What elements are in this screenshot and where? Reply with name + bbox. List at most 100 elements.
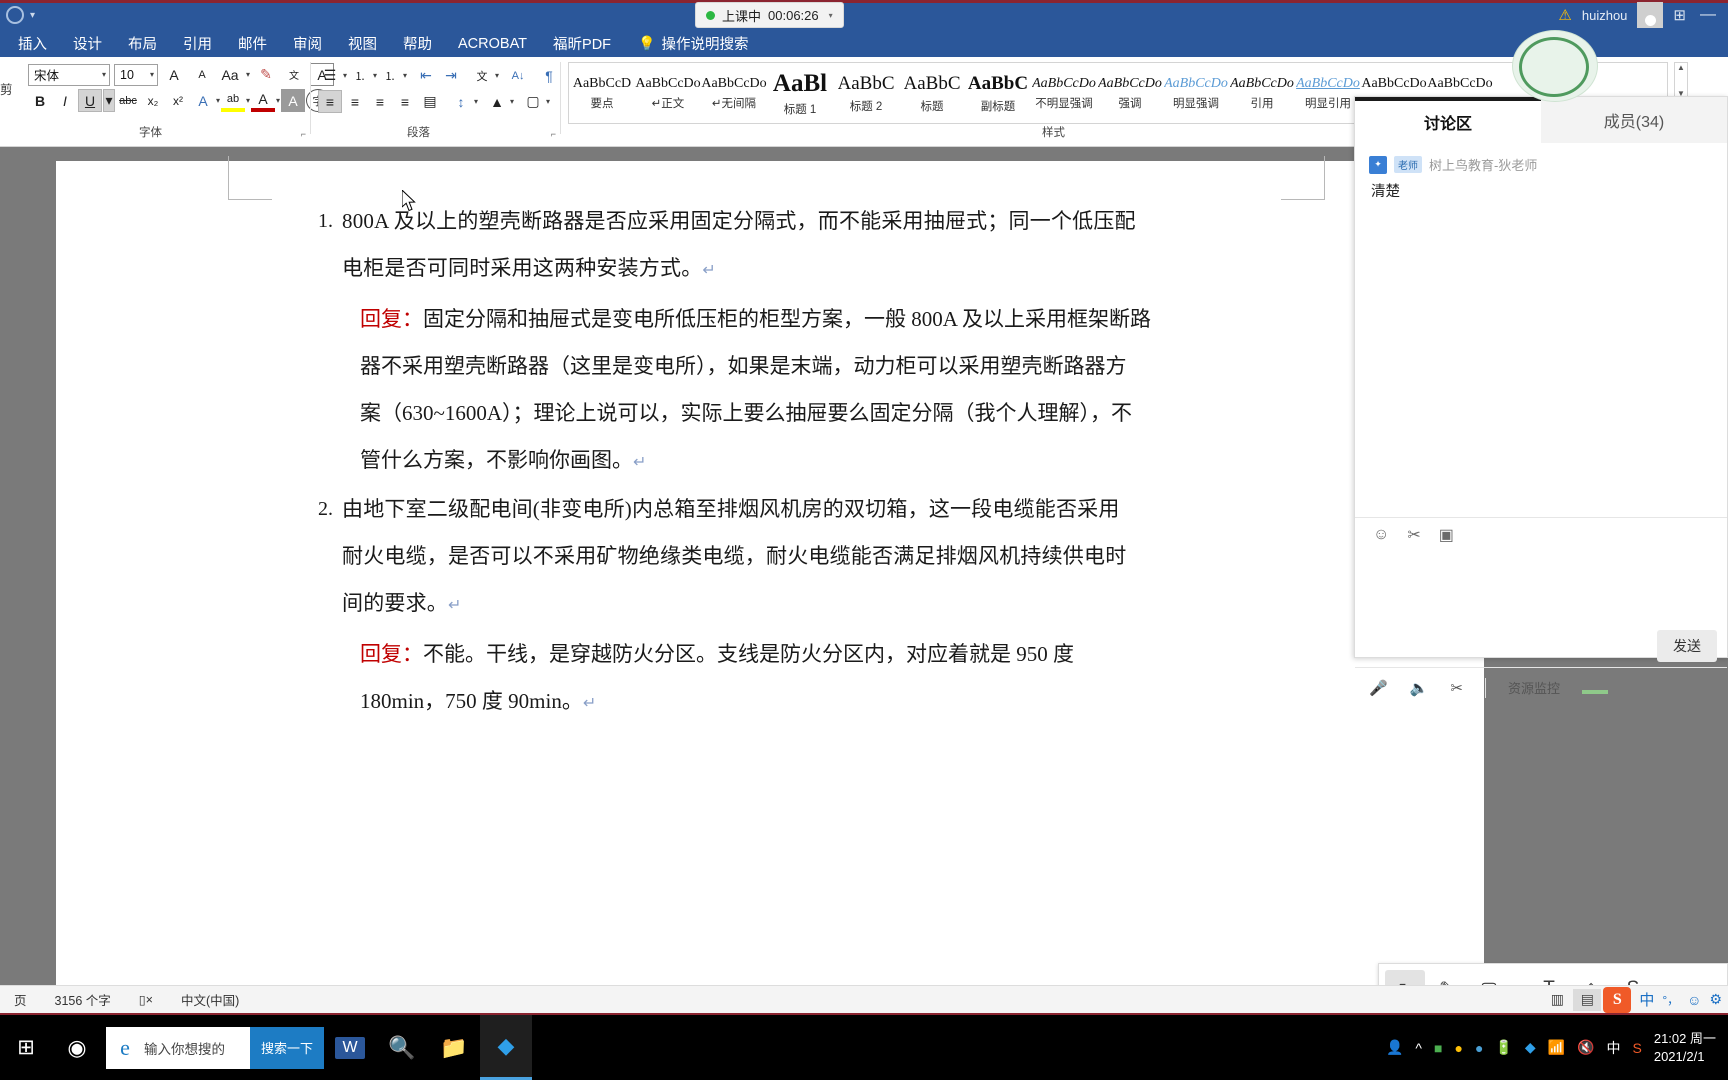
asian-layout-button[interactable]: 文 — [470, 64, 494, 87]
align-center-button[interactable]: ≡ — [343, 90, 367, 113]
chevron-down-icon[interactable]: ▾ — [276, 96, 280, 105]
tray-app3-icon[interactable]: ● — [1475, 1040, 1483, 1056]
taskbar-app-search[interactable]: 🔍 — [376, 1015, 428, 1080]
style-item[interactable]: AaBbCcDo 强调 — [1097, 63, 1163, 123]
style-item[interactable]: AaBbCcDo 明显强调 — [1163, 63, 1229, 123]
styles-scroll-up-icon[interactable]: ▲ — [1677, 63, 1685, 72]
document-list-item[interactable]: 1. 800A 及以上的塑壳断路器是否应采用固定分隔式，而不能采用抽屉式；同一个低… — [300, 198, 1300, 486]
tray-app4-icon[interactable]: ◆ — [1525, 1039, 1536, 1056]
font-size-combobox[interactable]: 10 ▾ — [114, 63, 158, 86]
tab-design[interactable]: 设计 — [60, 30, 115, 57]
chevron-down-icon[interactable]: ▾ — [546, 97, 550, 106]
align-right-button[interactable]: ≡ — [368, 90, 392, 113]
strikethrough-button[interactable]: abc — [116, 89, 140, 112]
subscript-button[interactable]: x₂ — [141, 89, 165, 112]
justify-button[interactable]: ≡ — [393, 90, 417, 113]
style-item[interactable]: AaBl 标题 1 — [767, 63, 833, 123]
character-shading-button[interactable]: A — [281, 89, 306, 112]
taskbar-app-word[interactable]: W — [324, 1015, 376, 1080]
taskbar-clock[interactable]: 21:02 周一 2021/2/1 — [1654, 1030, 1716, 1065]
change-case-button[interactable]: Aa — [218, 63, 242, 86]
language-indicator[interactable]: 中文(中国) — [167, 990, 253, 1009]
paragraph-dialog-launcher[interactable]: ⌐ — [551, 129, 556, 139]
show-formatting-marks-button[interactable]: ¶ — [537, 64, 561, 87]
font-name-combobox[interactable]: 宋体 ▾ — [28, 63, 110, 86]
ime-toolbox-icon[interactable]: ⚙ — [1709, 991, 1722, 1008]
borders-button[interactable]: ▢ — [521, 90, 545, 113]
ime-chinese-icon[interactable]: 中 — [1639, 989, 1654, 1010]
grow-font-button[interactable]: A — [162, 63, 186, 86]
style-item[interactable]: AaBbCcDo ↵无间隔 — [701, 63, 767, 123]
style-item[interactable]: AaBbCcDo 不明显强调 — [1031, 63, 1097, 123]
bold-button[interactable]: B — [28, 89, 52, 112]
ime-emoji-icon[interactable]: ☺ — [1687, 992, 1701, 1008]
tray-battery-icon[interactable]: 🔋 — [1495, 1039, 1512, 1056]
chevron-down-icon[interactable]: ▾ — [474, 97, 478, 106]
proofing-icon[interactable]: ▯× — [125, 992, 167, 1007]
qat-caret-icon[interactable]: ▾ — [30, 10, 35, 21]
tab-discussion[interactable]: 讨论区 — [1355, 97, 1541, 143]
superscript-button[interactable]: x² — [166, 89, 190, 112]
tell-me-search[interactable]: 💡 操作说明搜索 — [638, 33, 748, 54]
style-item[interactable]: AaBbC 标题 2 — [833, 63, 899, 123]
shrink-font-button[interactable]: A — [190, 63, 214, 86]
style-item[interactable]: AaBbCcD 要点 — [569, 63, 635, 123]
taskbar-search-box[interactable]: e 输入你想搜的 搜索一下 — [106, 1026, 324, 1069]
decrease-indent-button[interactable]: ⇤ — [414, 64, 438, 87]
image-icon[interactable]: ▣ — [1439, 525, 1454, 545]
cortana-icon[interactable]: ◉ — [52, 1035, 102, 1061]
tray-volume-icon[interactable]: 🔇 — [1577, 1039, 1594, 1056]
ribbon-display-options-icon[interactable]: ⊞ — [1673, 6, 1686, 24]
shading-button[interactable]: ▲ — [485, 90, 509, 113]
chevron-down-icon[interactable]: ▾ — [829, 11, 833, 20]
tab-references[interactable]: 引用 — [170, 30, 225, 57]
numbering-button[interactable]: ⒈ — [348, 64, 372, 87]
start-button[interactable]: ⊞ — [0, 1035, 52, 1060]
distribute-button[interactable]: ▤ — [418, 90, 442, 113]
send-button[interactable]: 发送 — [1657, 630, 1717, 662]
bullets-button[interactable]: ☰ — [318, 64, 342, 87]
document-list-item[interactable]: 2. 由地下室二级配电间(非变电所)内总箱至排烟风机房的双切箱，这一段电缆能否采用… — [300, 486, 1300, 727]
line-spacing-button[interactable]: ↕ — [449, 90, 473, 113]
font-dialog-launcher[interactable]: ⌐ — [301, 129, 306, 139]
align-left-button[interactable]: ≡ — [318, 90, 342, 113]
tray-wifi-icon[interactable]: 📶 — [1548, 1039, 1565, 1056]
scissors-icon[interactable]: ✂ — [1407, 525, 1420, 545]
tray-sogou-icon[interactable]: S — [1633, 1040, 1642, 1056]
view-print-layout-icon[interactable]: ▤ — [1573, 988, 1602, 1011]
tab-help[interactable]: 帮助 — [390, 30, 445, 57]
document-text[interactable]: 1. 800A 及以上的塑壳断路器是否应采用固定分隔式，而不能采用抽屉式；同一个低… — [300, 198, 1300, 727]
page-indicator[interactable]: 页 — [0, 990, 41, 1009]
word-count[interactable]: 3156 个字 — [41, 990, 125, 1009]
tab-review[interactable]: 审阅 — [280, 30, 335, 57]
chevron-down-icon[interactable]: ▾ — [403, 71, 407, 80]
class-status-pill[interactable]: 上课中 00:06:26 ▾ — [695, 2, 844, 28]
chevron-down-icon[interactable]: ▾ — [343, 71, 347, 80]
format-painter-label[interactable]: 剪 — [0, 79, 13, 98]
user-name-label[interactable]: huizhou — [1582, 8, 1628, 23]
speaker-icon[interactable]: 🔈 — [1410, 679, 1429, 697]
text-effects-button[interactable]: A — [191, 89, 215, 112]
microphone-icon[interactable]: 🎤 — [1369, 679, 1388, 697]
avatar[interactable] — [1637, 2, 1664, 28]
chevron-down-icon[interactable]: ▾ — [246, 96, 250, 105]
tab-members[interactable]: 成员(34) — [1541, 97, 1727, 143]
multilevel-list-button[interactable]: ⒈ — [378, 64, 402, 87]
ime-punctuation-icon[interactable]: °， — [1662, 991, 1679, 1008]
sogou-ime-icon[interactable]: S — [1603, 986, 1632, 1013]
chevron-down-icon[interactable]: ▾ — [373, 71, 377, 80]
tab-mailings[interactable]: 邮件 — [225, 30, 280, 57]
message-input[interactable] — [1355, 551, 1727, 625]
minimize-button[interactable]: — — [1696, 6, 1720, 24]
underline-button[interactable]: U — [78, 89, 102, 112]
taskbar-app-live-class[interactable]: ◆ — [480, 1015, 532, 1080]
quick-access-toolbar[interactable]: ▾ — [4, 2, 74, 28]
style-item[interactable]: AaBbCcDo ↵正文 — [635, 63, 701, 123]
tab-layout[interactable]: 布局 — [115, 30, 170, 57]
tab-insert[interactable]: 插入 — [0, 30, 60, 57]
chevron-down-icon[interactable]: ▾ — [495, 71, 499, 80]
phonetic-guide-icon[interactable]: 文 — [282, 63, 306, 86]
tab-foxit-pdf[interactable]: 福昕PDF — [540, 30, 624, 57]
chevron-down-icon[interactable]: ▾ — [246, 70, 250, 79]
view-read-mode-icon[interactable]: ▥ — [1543, 989, 1571, 1011]
